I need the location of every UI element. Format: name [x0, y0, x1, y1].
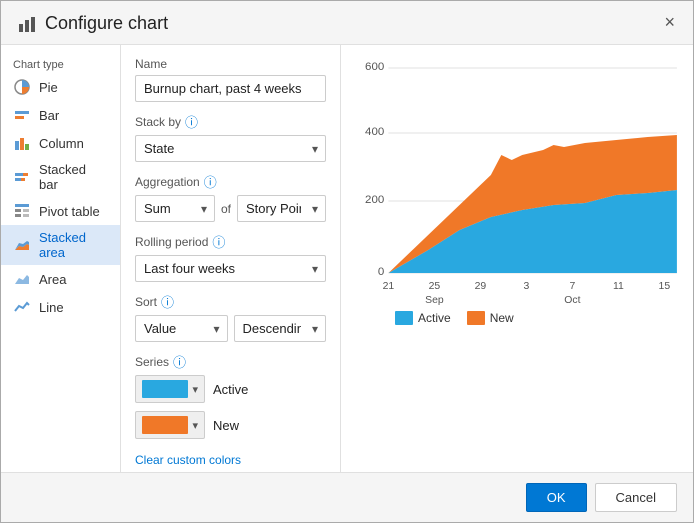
series-active-chevron: ▾ — [192, 383, 198, 396]
cancel-button[interactable]: Cancel — [595, 483, 677, 512]
dialog-header: Configure chart × — [1, 1, 693, 45]
svg-text:29: 29 — [475, 281, 487, 292]
chart-type-stacked-area-label: Stacked area — [39, 230, 108, 260]
svg-text:400: 400 — [365, 126, 384, 138]
chart-type-area[interactable]: Area — [1, 265, 120, 293]
aggregation-info-icon[interactable]: ⓘ — [204, 172, 217, 191]
stack-by-select[interactable]: State Assignee Priority Type — [135, 135, 326, 162]
series-label: Series ⓘ — [135, 352, 326, 371]
legend-active-label: Active — [418, 311, 451, 325]
chart-legend: Active New — [355, 305, 679, 329]
chart-type-stacked-bar[interactable]: Stacked bar — [1, 157, 120, 197]
series-new-name: New — [213, 418, 239, 433]
series-new-swatch — [142, 416, 188, 434]
svg-text:3: 3 — [524, 281, 530, 292]
chart-type-column-label: Column — [39, 136, 84, 151]
svg-text:0: 0 — [378, 266, 384, 278]
aggregation-field-select[interactable]: Story Points Count Estimation — [237, 195, 326, 222]
stack-by-info-icon[interactable]: ⓘ — [185, 112, 198, 131]
chart-type-stacked-area[interactable]: Stacked area — [1, 225, 120, 265]
series-info-icon[interactable]: ⓘ — [173, 352, 186, 371]
stack-by-label: Stack by ⓘ — [135, 112, 326, 131]
svg-text:600: 600 — [365, 61, 384, 73]
chart-type-line[interactable]: Line — [1, 293, 120, 321]
name-label: Name — [135, 57, 326, 71]
chart-type-line-label: Line — [39, 300, 64, 315]
legend-active-swatch — [395, 311, 413, 325]
legend-active-item: Active — [395, 311, 451, 325]
ok-button[interactable]: OK — [526, 483, 587, 512]
series-new-item: ▾ New — [135, 411, 326, 439]
series-new-chevron: ▾ — [192, 419, 198, 432]
of-label: of — [221, 202, 231, 216]
area-chart-icon — [13, 270, 31, 288]
series-active-name: Active — [213, 382, 248, 397]
dialog-title: Configure chart — [45, 13, 168, 34]
series-active-item: ▾ Active — [135, 375, 326, 403]
legend-new-item: New — [467, 311, 514, 325]
legend-new-label: New — [490, 311, 514, 325]
sort-label: Sort ⓘ — [135, 292, 326, 311]
column-chart-icon — [13, 134, 31, 152]
sort-field-select[interactable]: Value Name Count — [135, 315, 228, 342]
svg-text:Sep: Sep — [425, 295, 444, 306]
pivot-table-icon — [13, 202, 31, 220]
chart-type-bar[interactable]: Bar — [1, 101, 120, 129]
chart-type-stacked-bar-label: Stacked bar — [39, 162, 108, 192]
svg-text:Oct: Oct — [564, 295, 580, 306]
sort-row: Value Name Count Descending Ascending — [135, 315, 326, 342]
svg-text:11: 11 — [613, 281, 624, 292]
chart-type-panel: Chart type Pie — [1, 45, 121, 472]
sort-field-wrapper: Value Name Count — [135, 315, 228, 342]
rolling-period-select-wrapper: Last four weeks Last two weeks Last eigh… — [135, 255, 326, 282]
sort-info-icon[interactable]: ⓘ — [161, 292, 174, 311]
chart-type-bar-label: Bar — [39, 108, 59, 123]
dialog-footer: OK Cancel — [1, 472, 693, 522]
chart-type-column[interactable]: Column — [1, 129, 120, 157]
stacked-area-chart-icon — [13, 236, 31, 254]
clear-colors-link[interactable]: Clear custom colors — [135, 453, 241, 467]
stacked-bar-chart-icon — [13, 168, 31, 186]
pie-chart-icon — [13, 78, 31, 96]
aggregation-label: Aggregation ⓘ — [135, 172, 326, 191]
aggregation-row: Sum Count Average of Story Points Count … — [135, 195, 326, 222]
svg-text:25: 25 — [429, 281, 441, 292]
chart-type-section-label: Chart type — [1, 55, 120, 73]
aggregation-func-wrapper: Sum Count Average — [135, 195, 215, 222]
series-active-color-btn[interactable]: ▾ — [135, 375, 205, 403]
series-section: Series ⓘ ▾ Active ▾ New — [135, 352, 326, 467]
rolling-period-select[interactable]: Last four weeks Last two weeks Last eigh… — [135, 255, 326, 282]
chart-area: 600 400 200 0 — [355, 55, 679, 462]
bar-chart-icon — [13, 106, 31, 124]
stack-by-select-wrapper: State Assignee Priority Type — [135, 135, 326, 162]
settings-panel: Name Stack by ⓘ State Assignee Priority … — [121, 45, 341, 472]
rolling-period-info-icon[interactable]: ⓘ — [212, 232, 225, 251]
name-input[interactable] — [135, 75, 326, 102]
dialog-body: Chart type Pie — [1, 45, 693, 472]
sort-order-select[interactable]: Descending Ascending — [234, 315, 327, 342]
chart-icon — [17, 14, 37, 34]
svg-text:7: 7 — [569, 281, 575, 292]
svg-text:21: 21 — [383, 281, 395, 292]
close-button[interactable]: × — [658, 11, 681, 33]
svg-text:200: 200 — [365, 194, 384, 206]
chart-type-pivot-table-label: Pivot table — [39, 204, 100, 219]
series-active-swatch — [142, 380, 188, 398]
line-chart-icon — [13, 298, 31, 316]
chart-svg-wrapper: 600 400 200 0 — [355, 55, 679, 305]
chart-type-pie[interactable]: Pie — [1, 73, 120, 101]
rolling-period-label: Rolling period ⓘ — [135, 232, 326, 251]
aggregation-func-select[interactable]: Sum Count Average — [135, 195, 215, 222]
sort-order-wrapper: Descending Ascending — [234, 315, 327, 342]
series-new-color-btn[interactable]: ▾ — [135, 411, 205, 439]
svg-text:15: 15 — [659, 281, 671, 292]
legend-new-swatch — [467, 311, 485, 325]
chart-type-pivot-table[interactable]: Pivot table — [1, 197, 120, 225]
chart-type-pie-label: Pie — [39, 80, 58, 95]
configure-chart-dialog: Configure chart × Chart type Pie — [0, 0, 694, 523]
chart-type-area-label: Area — [39, 272, 66, 287]
chart-panel: 600 400 200 0 — [341, 45, 693, 472]
aggregation-field-wrapper: Story Points Count Estimation — [237, 195, 326, 222]
